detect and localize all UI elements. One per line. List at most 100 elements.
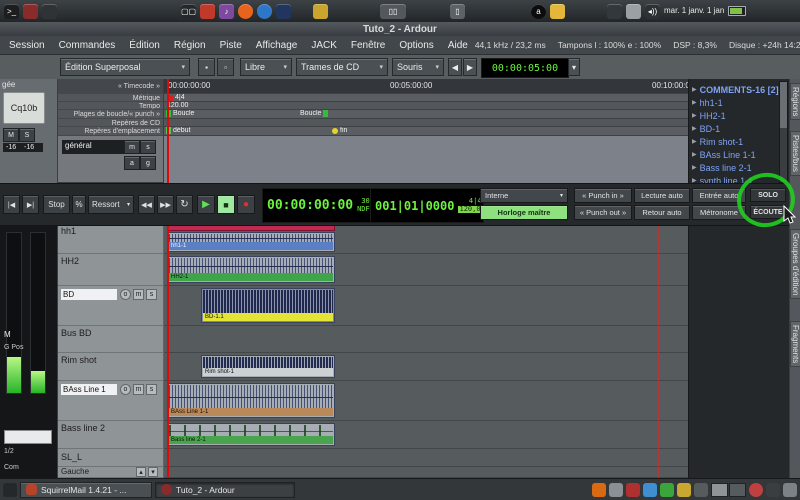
tray-icon[interactable] — [694, 483, 708, 497]
playhead[interactable] — [167, 79, 169, 183]
mouse-mode-range-button[interactable]: ▫ — [217, 58, 234, 76]
editor-icon[interactable] — [200, 4, 215, 19]
snap-unit-select[interactable]: Trames de CD ▾ — [296, 58, 388, 76]
volume-icon[interactable]: ◂)) — [645, 4, 660, 19]
track-mute-button[interactable]: m — [133, 289, 144, 300]
window-titlebar[interactable]: Tuto_2 - Ardour — [0, 22, 800, 36]
region-list-item[interactable]: ▶ Bass line 2-1 — [689, 161, 789, 174]
track-lane-bass-line-2[interactable]: Bass line 2-1 — [164, 421, 688, 449]
menu-options[interactable]: Options — [392, 40, 440, 51]
track-header-bass-line-2[interactable]: Bass line 2 — [58, 421, 164, 449]
bars-beats-clock[interactable]: 001|01|0000 4|4 120,0 — [370, 188, 484, 223]
auto-input-button[interactable]: Entrée auto — [692, 188, 746, 203]
clock-master-button[interactable]: Horloge maître — [480, 205, 568, 220]
scrollbar-thumb[interactable] — [780, 82, 787, 128]
track-lane-hh1[interactable]: hh1-1 — [164, 224, 688, 254]
scrollbar[interactable] — [779, 81, 788, 183]
package-icon[interactable] — [313, 4, 328, 19]
track-header-bd[interactable]: BD o m s — [58, 286, 164, 326]
loop-start-marker[interactable]: Boucle — [166, 110, 194, 117]
goto-start-button[interactable]: |◀ — [3, 195, 20, 214]
cd-marker-ruler[interactable] — [164, 119, 688, 127]
app-icon[interactable] — [276, 4, 291, 19]
record-enable-button[interactable]: o — [120, 384, 131, 395]
track-header-bass-line-1[interactable]: BAss Line 1 o m s — [58, 381, 164, 421]
loop-punch-ruler[interactable]: Boucle Boucle — [164, 110, 688, 119]
master-name[interactable]: général — [62, 140, 126, 154]
track-header-rim-shot[interactable]: Rim shot — [58, 353, 164, 381]
mute-button[interactable]: M — [3, 128, 19, 142]
menu-piste[interactable]: Piste — [213, 40, 249, 51]
folder-icon[interactable] — [550, 4, 565, 19]
solo-button[interactable]: S — [19, 128, 35, 142]
spring-mode-select[interactable]: Ressort ▾ — [88, 195, 134, 214]
tray-icon[interactable] — [783, 483, 797, 497]
master-solo-button[interactable]: s — [140, 140, 156, 154]
record-enable-button[interactable]: o — [120, 289, 131, 300]
solo-alert-button[interactable]: SOLO — [750, 188, 786, 202]
trash-icon[interactable]: ▯ — [450, 4, 465, 19]
menu-edition[interactable]: Édition — [122, 40, 167, 51]
track-header-gauche[interactable]: Gauche ▴ ▾ — [58, 467, 164, 478]
auto-return-button[interactable]: Retour auto — [634, 205, 690, 220]
location-marker-ruler[interactable]: début fin — [164, 127, 688, 136]
rewind-button[interactable]: ◀◀ — [138, 195, 155, 214]
taskbar-item-squirrelmail[interactable]: SquirrelMail 1.4.21 - ... — [20, 482, 152, 498]
app-icon[interactable] — [23, 4, 38, 19]
track-lane-bd[interactable]: BD-1.1 — [164, 286, 688, 326]
tray-icon[interactable] — [660, 483, 674, 497]
track-lane-hh2[interactable]: HH2-1 — [164, 254, 688, 286]
timecode-ruler[interactable]: 00:00:00:00 00:05:00:00 00:10:00:00 — [164, 79, 688, 94]
track-header-hh1[interactable]: hh1 — [58, 224, 164, 254]
stop-button[interactable]: ■ — [217, 195, 235, 214]
record-button[interactable]: ● — [237, 195, 255, 214]
tray-icon[interactable] — [592, 483, 606, 497]
punch-out-button[interactable]: « Punch out » — [574, 205, 632, 220]
spin-down-button[interactable]: ▾ — [148, 467, 158, 477]
region-list-item[interactable]: ▶ BD-1 — [689, 122, 789, 135]
media-icon[interactable]: ♪ — [219, 4, 234, 19]
sync-source-select[interactable]: Interne ▾ — [480, 188, 568, 203]
track-name-input[interactable]: BAss Line 1 — [61, 384, 117, 395]
track-solo-button[interactable]: s — [146, 384, 157, 395]
track-header-sl-l[interactable]: SL_L — [58, 449, 164, 467]
goto-end-button[interactable]: ▶| — [22, 195, 39, 214]
globe-icon[interactable] — [257, 4, 272, 19]
tray-icon[interactable] — [677, 483, 691, 497]
tray-icon[interactable] — [609, 483, 623, 497]
punch-in-button[interactable]: « Punch in » — [574, 188, 632, 203]
track-mute-button[interactable]: m — [133, 384, 144, 395]
stop-mode-button[interactable]: Stop — [43, 195, 70, 214]
track-lane-gauche[interactable] — [164, 467, 688, 478]
tray-icon[interactable] — [766, 483, 780, 497]
region[interactable]: Bass line 2-1 — [167, 423, 335, 446]
clipboard-icon[interactable] — [626, 4, 641, 19]
end-location-marker[interactable]: fin — [332, 127, 347, 134]
workspace-switcher[interactable] — [711, 483, 746, 497]
clock-mode-dropdown[interactable]: ▾ — [568, 58, 580, 76]
canvas-empty-area[interactable] — [164, 136, 688, 184]
track-lane-sl-l[interactable] — [164, 449, 688, 467]
meter-ruler[interactable]: 4|4 — [164, 94, 688, 102]
next-marker-button[interactable]: ▶ — [463, 58, 477, 76]
prev-marker-button[interactable]: ◀ — [448, 58, 462, 76]
tempo-ruler[interactable]: 120.00 — [164, 102, 688, 110]
track-name-input[interactable]: BD — [61, 289, 117, 300]
screens-icon[interactable]: ▢▢ — [181, 4, 196, 19]
tab-tracks-buses[interactable]: Pistes/bus — [790, 131, 800, 176]
comments-label[interactable]: Com — [4, 464, 19, 471]
menu-commandes[interactable]: Commandes — [52, 40, 123, 51]
menu-aide[interactable]: Aide — [441, 40, 475, 51]
track-solo-button[interactable]: s — [146, 289, 157, 300]
auto-play-button[interactable]: Lecture auto — [634, 188, 690, 203]
show-desktop-icon[interactable] — [3, 483, 17, 497]
start-location-marker[interactable]: début — [166, 127, 191, 134]
region[interactable]: Rim shot-1 — [201, 355, 335, 378]
ruler-label-meter[interactable]: Métrique — [58, 94, 163, 102]
tab-chunks[interactable]: Fragments — [790, 321, 800, 367]
snap-mode-select[interactable]: Libre ▾ — [240, 58, 292, 76]
app-icon[interactable] — [607, 4, 622, 19]
menu-fenetre[interactable]: Fenêtre — [344, 40, 392, 51]
ruler-label-timecode[interactable]: « Timecode » — [58, 79, 163, 94]
tab-edit-groups[interactable]: Groupes d'édition — [790, 229, 800, 299]
